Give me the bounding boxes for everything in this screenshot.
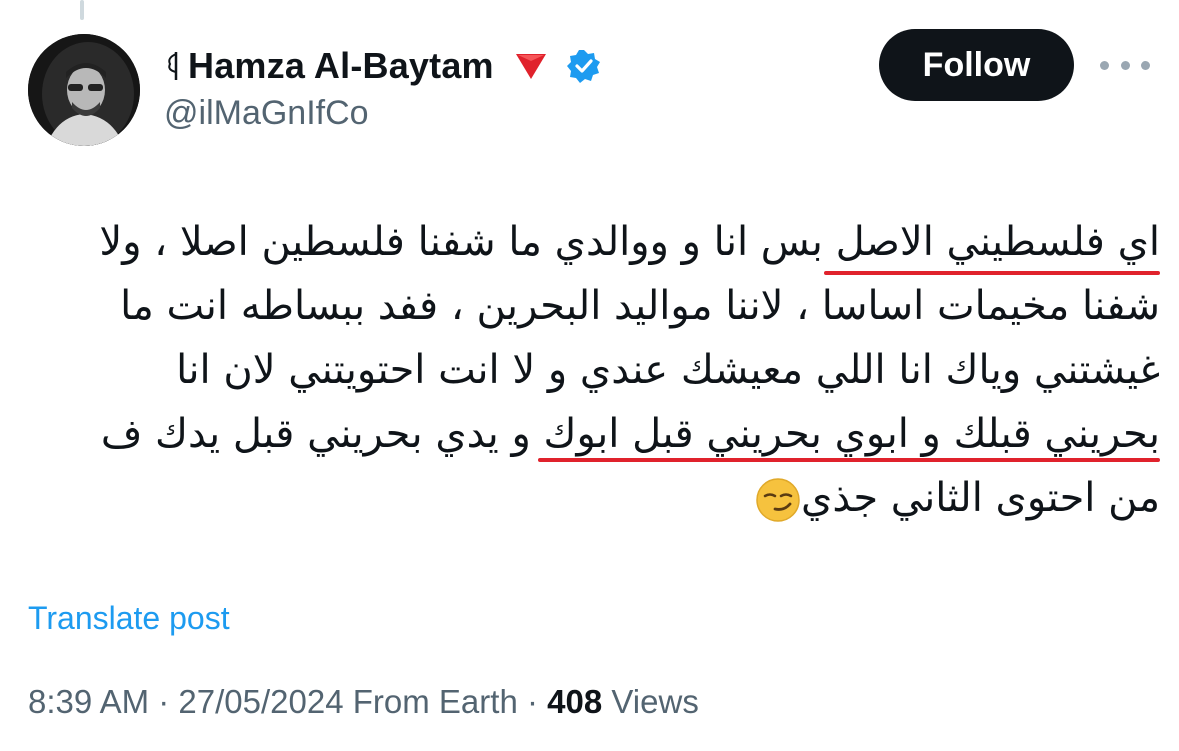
tweet-text-line: اي فلسطيني الاصل بس انا و ووالدي ما شفنا… bbox=[99, 219, 1160, 265]
tweet-source: From Earth bbox=[352, 683, 518, 720]
smirking-face-emoji-icon bbox=[756, 478, 800, 522]
red-triangle-icon bbox=[515, 54, 546, 79]
dot bbox=[1141, 60, 1150, 70]
more-options-icon[interactable] bbox=[1100, 50, 1150, 80]
red-underline-annotation bbox=[824, 271, 1160, 275]
translate-post-link[interactable]: Translate post bbox=[28, 600, 230, 637]
verified-badge-icon[interactable] bbox=[566, 48, 602, 84]
red-underline-annotation bbox=[538, 458, 1160, 462]
tweet-text-line: شفنا مخيمات اساسا ، لاننا مواليد البحرين… bbox=[120, 283, 1160, 329]
tweet-text-line: غيشتني وياك انا اللي معيشك عندي و لا انت… bbox=[176, 347, 1160, 393]
views-label: Views bbox=[611, 683, 699, 720]
author-display-name[interactable]: Hamza Al-Baytam bbox=[188, 45, 494, 87]
tweet-meta: 8:39 AM · 27/05/2024 From Earth · 408 Vi… bbox=[28, 683, 699, 721]
flag-glyph-icon bbox=[168, 52, 178, 80]
tweet-text-line: بحريني قبلك و ابوي بحريني قبل ابوك و يدي… bbox=[100, 411, 1160, 457]
author-handle[interactable]: @ilMaGnIfCo bbox=[164, 94, 369, 133]
dot bbox=[1100, 60, 1109, 70]
tweet-card: Hamza Al-Baytam @ilMaGnIfCo Follow اي فل… bbox=[0, 0, 1179, 751]
meta-separator: · bbox=[526, 683, 538, 720]
tweet-text: اي فلسطيني الاصل بس انا و ووالدي ما شفنا… bbox=[30, 210, 1160, 530]
meta-separator: · bbox=[158, 683, 170, 720]
tweet-time[interactable]: 8:39 AM bbox=[28, 683, 149, 720]
dot bbox=[1120, 60, 1130, 70]
avatar[interactable] bbox=[28, 34, 140, 146]
tweet-text-segment: من احتوى الثاني جذي bbox=[801, 475, 1160, 521]
avatar-photo bbox=[28, 34, 140, 146]
tweet-text-line-last: من احتوى الثاني جذي bbox=[30, 466, 1160, 530]
tweet-date[interactable]: 27/05/2024 bbox=[178, 683, 343, 720]
author-name-row[interactable]: Hamza Al-Baytam bbox=[164, 42, 602, 90]
thread-connector-line bbox=[80, 0, 84, 20]
views-count[interactable]: 408 bbox=[547, 683, 602, 720]
follow-button[interactable]: Follow bbox=[879, 29, 1074, 101]
